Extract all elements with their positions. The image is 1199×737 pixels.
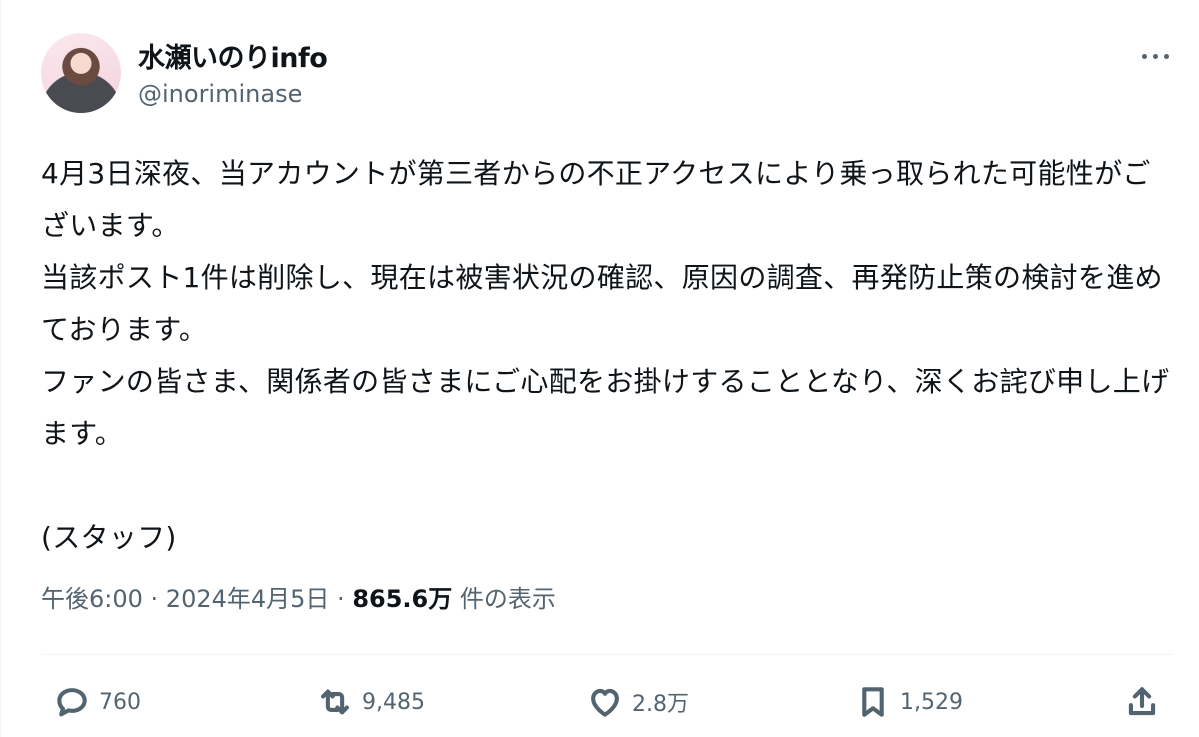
repost-button[interactable]: 9,485 (316, 683, 425, 721)
tweet-text: 4月3日深夜、当アカウントが第三者からの不正アクセスにより乗っ取られた可能性がご… (41, 157, 1170, 554)
avatar[interactable] (41, 33, 121, 113)
reply-button[interactable]: 760 (53, 683, 141, 721)
tweet-date-link[interactable]: 2024年4月5日 (166, 585, 330, 613)
like-button[interactable]: 2.8万 (586, 683, 689, 721)
bookmark-icon (862, 687, 884, 717)
author-handle[interactable]: @inoriminase (138, 80, 302, 108)
bookmark-count: 1,529 (900, 689, 963, 715)
repost-icon (321, 689, 349, 715)
reply-icon (57, 688, 87, 717)
more-dot-icon (1142, 54, 1147, 59)
repost-count: 9,485 (362, 689, 425, 715)
tweet-time-link[interactable]: 午後6:00 (41, 585, 143, 613)
view-count-label: 件の表示 (452, 585, 556, 613)
more-options-button[interactable] (1139, 40, 1173, 74)
meta-separator: · (142, 585, 166, 613)
share-icon (1128, 687, 1156, 716)
share-button[interactable] (1123, 683, 1161, 721)
like-count: 2.8万 (632, 692, 689, 717)
heart-icon (591, 688, 619, 717)
divider (41, 654, 1173, 655)
more-dot-icon (1153, 54, 1158, 59)
tweet-card: 水瀬いのりinfo @inoriminase 4月3日深夜、当アカウントが第三者… (0, 0, 1199, 737)
more-dot-icon (1164, 54, 1169, 59)
view-count: 865.6万 (352, 585, 453, 613)
reply-count: 760 (99, 689, 141, 715)
bookmark-button[interactable]: 1,529 (854, 683, 963, 721)
tweet-meta: 午後6:00 · 2024年4月5日 · 865.6万 件の表示 (41, 579, 556, 614)
author-display-name[interactable]: 水瀬いのりinfo (138, 36, 328, 75)
meta-separator: · (329, 585, 353, 613)
